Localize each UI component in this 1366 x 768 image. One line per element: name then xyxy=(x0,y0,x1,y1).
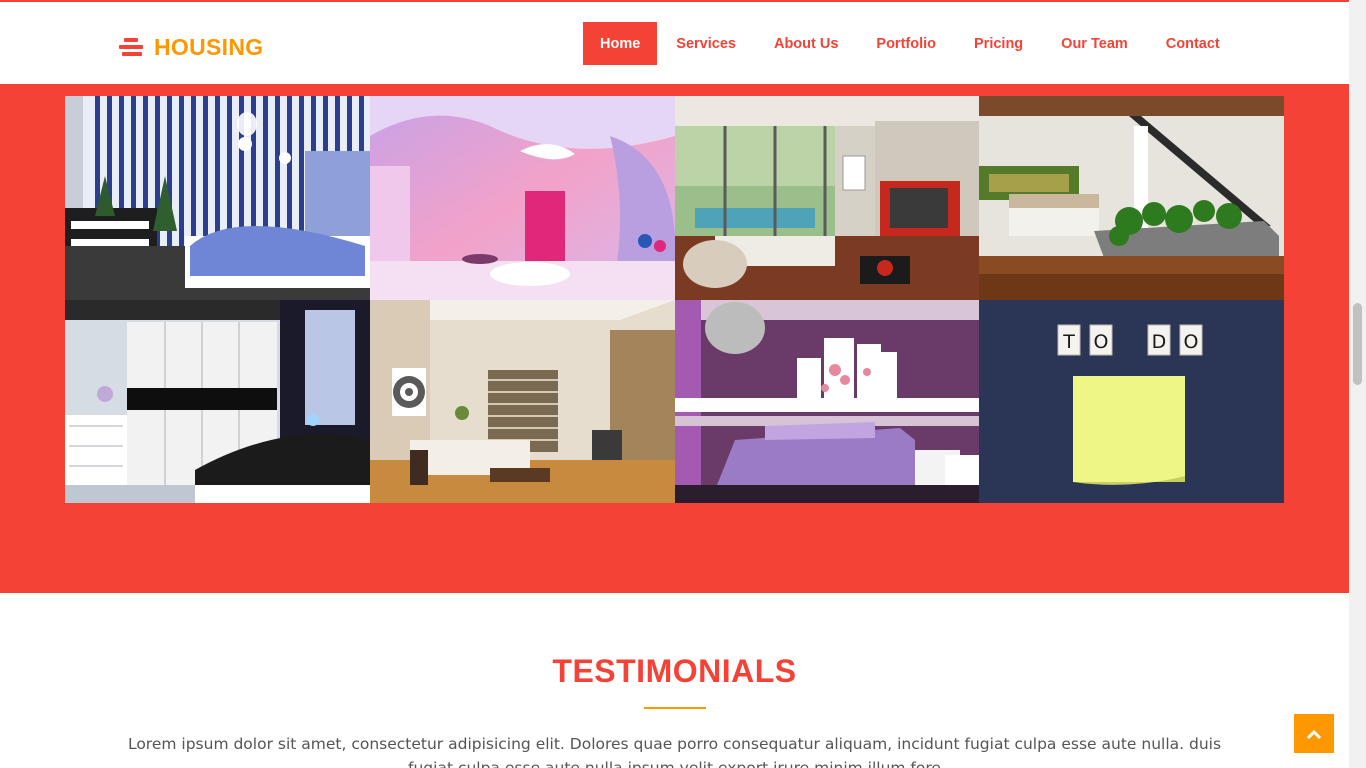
testimonials-section: TESTIMONIALS Lorem ipsum dolor sit amet,… xyxy=(0,593,1349,768)
page-scrollbar[interactable] xyxy=(1349,0,1366,768)
scrollbar-thumb[interactable] xyxy=(1353,303,1362,385)
section-title: TESTIMONIALS xyxy=(552,653,797,689)
testimonial-text: Lorem ipsum dolor sit amet, consectetur … xyxy=(127,735,1222,768)
gallery-image-indoor-garden-bedroom[interactable] xyxy=(979,96,1284,300)
brand-logo-link[interactable]: HOUSING xyxy=(119,34,263,61)
nav-item-services[interactable]: Services xyxy=(657,22,755,65)
nav-item-our-team[interactable]: Our Team xyxy=(1042,22,1147,65)
back-to-top-button[interactable] xyxy=(1294,714,1334,753)
nav-item-pricing[interactable]: Pricing xyxy=(955,22,1042,65)
main-menu: Home Services About Us Portfolio Pricing… xyxy=(583,22,1239,65)
gallery-image-modern-living-room[interactable] xyxy=(675,96,979,300)
gallery-image-todo-sticky-note[interactable]: TODO xyxy=(979,300,1284,503)
title-underline xyxy=(644,707,706,709)
gallery-grid: TODO xyxy=(65,96,1284,503)
svg-text:O: O xyxy=(1184,331,1199,353)
nav-item-about-us[interactable]: About Us xyxy=(755,22,857,65)
gallery-image-striped-blue-bedroom[interactable] xyxy=(65,96,370,300)
stacked-bars-logo-icon xyxy=(119,37,145,58)
navbar: HOUSING Home Services About Us Portfolio… xyxy=(0,2,1349,84)
brand-name: HOUSING xyxy=(154,34,264,60)
svg-text:D: D xyxy=(1152,331,1167,353)
gallery-image-pink-futuristic-interior[interactable] xyxy=(370,96,675,300)
chevron-up-icon xyxy=(1306,729,1322,739)
gallery-image-purple-bedroom[interactable] xyxy=(675,300,979,503)
gallery-image-beige-living-room[interactable] xyxy=(370,300,675,503)
svg-text:O: O xyxy=(1094,331,1109,353)
nav-item-contact[interactable]: Contact xyxy=(1147,22,1239,65)
svg-text:T: T xyxy=(1062,331,1075,353)
gallery-section: TODO xyxy=(0,84,1349,593)
gallery-image-white-wardrobe-bedroom[interactable] xyxy=(65,300,370,503)
nav-item-home[interactable]: Home xyxy=(583,22,658,65)
nav-item-portfolio[interactable]: Portfolio xyxy=(857,22,955,65)
